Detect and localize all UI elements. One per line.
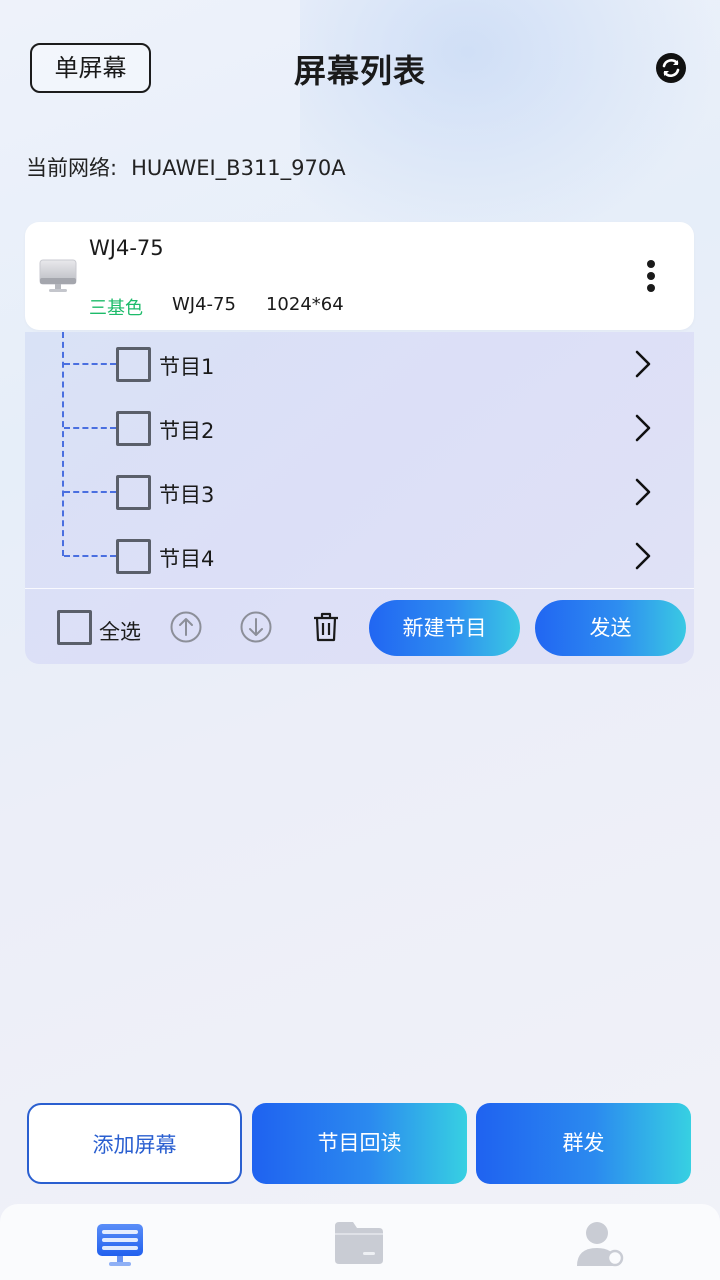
program-checkbox[interactable] [116,475,151,510]
move-up-icon[interactable] [169,610,203,644]
move-down-icon[interactable] [239,610,273,644]
chevron-right-icon[interactable] [633,541,653,571]
delete-icon[interactable] [309,610,343,644]
program-toolbar: 全选 新建节目 发送 [25,600,694,660]
screen-model: WJ4-75 [172,294,236,315]
tab-bar [0,1204,720,1280]
tree-branch [64,491,116,493]
program-name: 节目1 [159,355,215,379]
screen-name: WJ4-75 [89,236,164,260]
program-name: 节目4 [159,547,215,571]
program-row[interactable]: 节目2 [25,396,694,460]
chevron-right-icon[interactable] [633,349,653,379]
group-send-button[interactable]: 群发 [476,1103,691,1184]
program-checkbox[interactable] [116,539,151,574]
user-tab-icon[interactable] [569,1218,629,1270]
color-mode: 三基色 [89,298,143,319]
program-panel: 节目1 节目2 节目3 节目4 全选 新建节目 发送 [25,332,694,664]
new-program-button[interactable]: 新建节目 [369,600,520,656]
network-info: 当前网络: HUAWEI_B311_970A [26,152,346,182]
folder-tab-icon[interactable] [329,1218,389,1270]
screen-tab-icon[interactable] [90,1218,150,1270]
tree-branch [64,427,116,429]
panel-divider [25,588,694,589]
program-row[interactable]: 节目1 [25,332,694,396]
program-row[interactable]: 节目4 [25,524,694,588]
readback-button[interactable]: 节目回读 [252,1103,467,1184]
network-ssid: HUAWEI_B311_970A [131,156,346,180]
screen-card[interactable]: WJ4-75 三基色 WJ4-75 1024*64 [25,222,694,330]
tree-branch [64,363,116,365]
single-screen-button[interactable]: 单屏幕 [30,43,151,93]
refresh-icon[interactable] [655,52,687,84]
program-name: 节目2 [159,419,215,443]
bottom-actions: 添加屏幕 节目回读 群发 [0,1103,720,1185]
network-label: 当前网络: [26,156,118,180]
led-screen-icon [39,259,77,292]
screen-resolution: 1024*64 [265,294,344,315]
select-all-label[interactable]: 全选 [99,616,141,646]
select-all-checkbox[interactable] [57,610,92,645]
add-screen-button[interactable]: 添加屏幕 [27,1103,242,1184]
more-options-icon[interactable] [637,258,665,294]
program-checkbox[interactable] [116,411,151,446]
program-row[interactable]: 节目3 [25,460,694,524]
send-button[interactable]: 发送 [535,600,686,656]
tree-branch [64,555,116,557]
screen-meta: 三基色 WJ4-75 1024*64 [89,294,344,320]
program-name: 节目3 [159,483,215,507]
chevron-right-icon[interactable] [633,413,653,443]
program-checkbox[interactable] [116,347,151,382]
header: 单屏幕 屏幕列表 [0,0,720,140]
chevron-right-icon[interactable] [633,477,653,507]
